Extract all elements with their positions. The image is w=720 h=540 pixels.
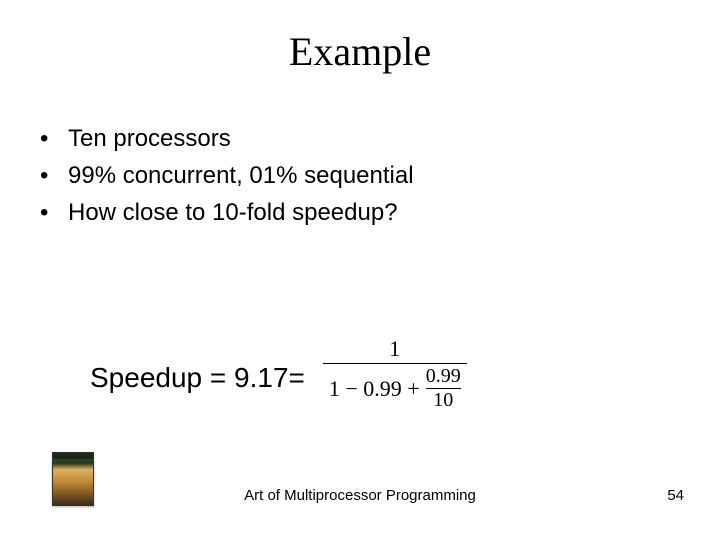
bullet-text: 99% concurrent, 01% sequential [68, 157, 414, 194]
sub-fraction-denominator: 10 [433, 390, 453, 411]
fraction-bar [323, 363, 467, 364]
denominator-left: 1 − 0.99 + [329, 376, 420, 401]
bullet-dot: • [40, 120, 68, 157]
fraction-numerator: 1 [383, 336, 406, 361]
bullet-dot: • [40, 157, 68, 194]
slide: Example • Ten processors • 99% concurren… [0, 0, 720, 540]
fraction-denominator: 1 − 0.99 + 0.99 10 [323, 366, 467, 411]
bullet-text: Ten processors [68, 120, 231, 157]
footer-text: Art of Multiprocessor Programming [0, 487, 720, 504]
slide-title: Example [0, 0, 720, 75]
page-number: 54 [667, 487, 684, 504]
bullet-text: How close to 10-fold speedup? [68, 194, 398, 231]
bullet-list: • Ten processors • 99% concurrent, 01% s… [40, 120, 414, 232]
list-item: • Ten processors [40, 120, 414, 157]
formula-lhs: Speedup = 9.17= [90, 362, 305, 394]
sub-fraction: 0.99 10 [426, 366, 461, 411]
list-item: • How close to 10-fold speedup? [40, 194, 414, 231]
formula-fraction: 1 1 − 0.99 + 0.99 10 [323, 336, 467, 411]
formula: Speedup = 9.17= 1 1 − 0.99 + 0.99 10 [90, 340, 467, 415]
bullet-dot: • [40, 194, 68, 231]
list-item: • 99% concurrent, 01% sequential [40, 157, 414, 194]
sub-fraction-numerator: 0.99 [426, 366, 461, 387]
